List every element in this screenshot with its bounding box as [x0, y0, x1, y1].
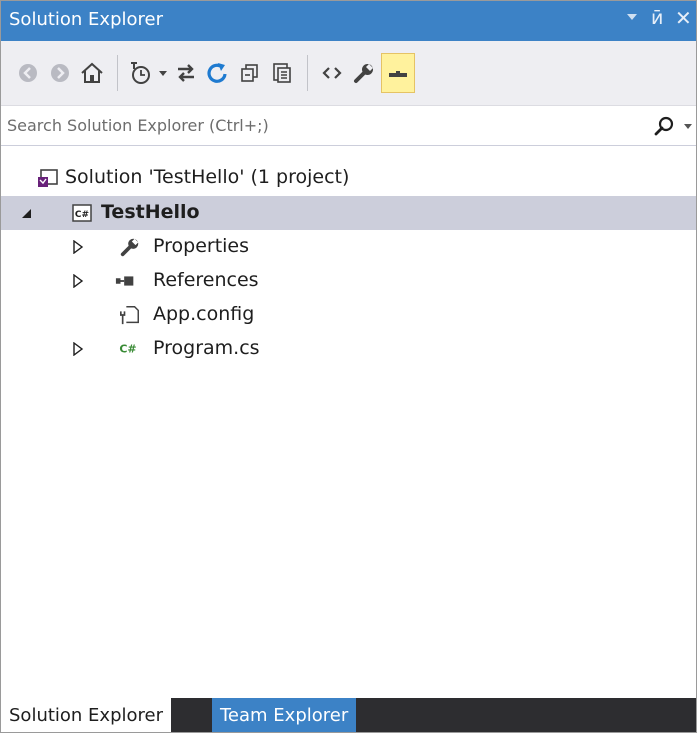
- view-code-button[interactable]: [317, 53, 347, 93]
- home-icon: [81, 62, 103, 83]
- collapse-all-button[interactable]: [235, 53, 265, 93]
- collapsed-triangle-icon[interactable]: [71, 240, 85, 254]
- sync-with-active-document-icon: [178, 64, 194, 82]
- show-all-files-button[interactable]: [267, 53, 297, 93]
- filter-dropdown-icon[interactable]: [159, 71, 167, 76]
- collapse-all-icon: [241, 64, 258, 82]
- back-button[interactable]: [13, 53, 43, 93]
- search-input[interactable]: [7, 106, 647, 145]
- toolbar: [1, 41, 696, 106]
- config-file-icon: [120, 306, 139, 325]
- tree-item-label: App.config: [153, 303, 255, 325]
- tree-item-label: Program.cs: [153, 337, 260, 359]
- preview-selected-items-icon: [389, 71, 407, 77]
- tree-item-label: Properties: [153, 235, 250, 257]
- show-all-files-icon: [273, 63, 291, 83]
- tree-item-properties[interactable]: Properties: [1, 230, 696, 264]
- close-icon[interactable]: ✕: [675, 6, 692, 30]
- toolbar-separator: [307, 55, 308, 91]
- search-icon[interactable]: [653, 115, 675, 137]
- home-button[interactable]: [77, 53, 107, 93]
- pending-changes-filter-icon: [131, 62, 150, 84]
- csharp-project-icon: C#: [72, 204, 92, 222]
- bottom-tab-bar: Solution Explorer Team Explorer: [1, 698, 696, 732]
- tree-item-app-config[interactable]: App.config: [1, 298, 696, 332]
- search-bar: [1, 106, 696, 146]
- tree-item-solution[interactable]: Solution 'TestHello' (1 project): [1, 161, 696, 195]
- pin-icon[interactable]: ӣ: [651, 7, 663, 29]
- wrench-icon: [120, 238, 139, 257]
- search-options-dropdown-icon[interactable]: [684, 124, 692, 129]
- tree-item-references[interactable]: References: [1, 264, 696, 298]
- svg-text:C#: C#: [75, 210, 89, 220]
- references-icon: [115, 276, 134, 286]
- back-arrow-icon: [19, 64, 37, 82]
- collapsed-triangle-icon[interactable]: [71, 274, 85, 288]
- solution-explorer-panel: Solution Explorer ӣ ✕ Search Solution Ex…: [0, 0, 697, 733]
- tab-solution-explorer[interactable]: Solution Explorer: [1, 698, 171, 732]
- refresh-button[interactable]: [203, 53, 233, 93]
- tab-team-explorer[interactable]: Team Explorer: [212, 698, 357, 732]
- title-bar: Solution Explorer ӣ ✕: [1, 1, 696, 41]
- toolbar-separator: [117, 55, 118, 91]
- refresh-icon: [207, 63, 227, 83]
- forward-arrow-icon: [51, 64, 69, 82]
- forward-button[interactable]: [45, 53, 75, 93]
- view-code-icon: [322, 67, 342, 79]
- panel-title: Solution Explorer: [9, 9, 163, 30]
- expanded-triangle-icon[interactable]: [19, 206, 33, 220]
- window-position-dropdown-icon[interactable]: [627, 14, 637, 20]
- pending-changes-filter-button[interactable]: [125, 53, 155, 93]
- properties-button[interactable]: [349, 53, 379, 93]
- tree-item-label: References: [153, 269, 259, 291]
- tree-item-program-cs[interactable]: C# Program.cs: [1, 332, 696, 366]
- sync-with-active-document-button[interactable]: [171, 53, 201, 93]
- tree-item-project[interactable]: C# TestHello: [1, 196, 696, 230]
- preview-selected-items-button[interactable]: [381, 53, 415, 93]
- collapsed-triangle-icon[interactable]: [71, 342, 85, 356]
- properties-wrench-icon: [354, 64, 373, 83]
- svg-text:C#: C#: [119, 343, 136, 356]
- tree-item-label: TestHello: [101, 201, 200, 223]
- solution-icon: [38, 169, 58, 187]
- csharp-file-icon: C#: [119, 343, 136, 356]
- tree-item-label: Solution 'TestHello' (1 project): [65, 166, 350, 188]
